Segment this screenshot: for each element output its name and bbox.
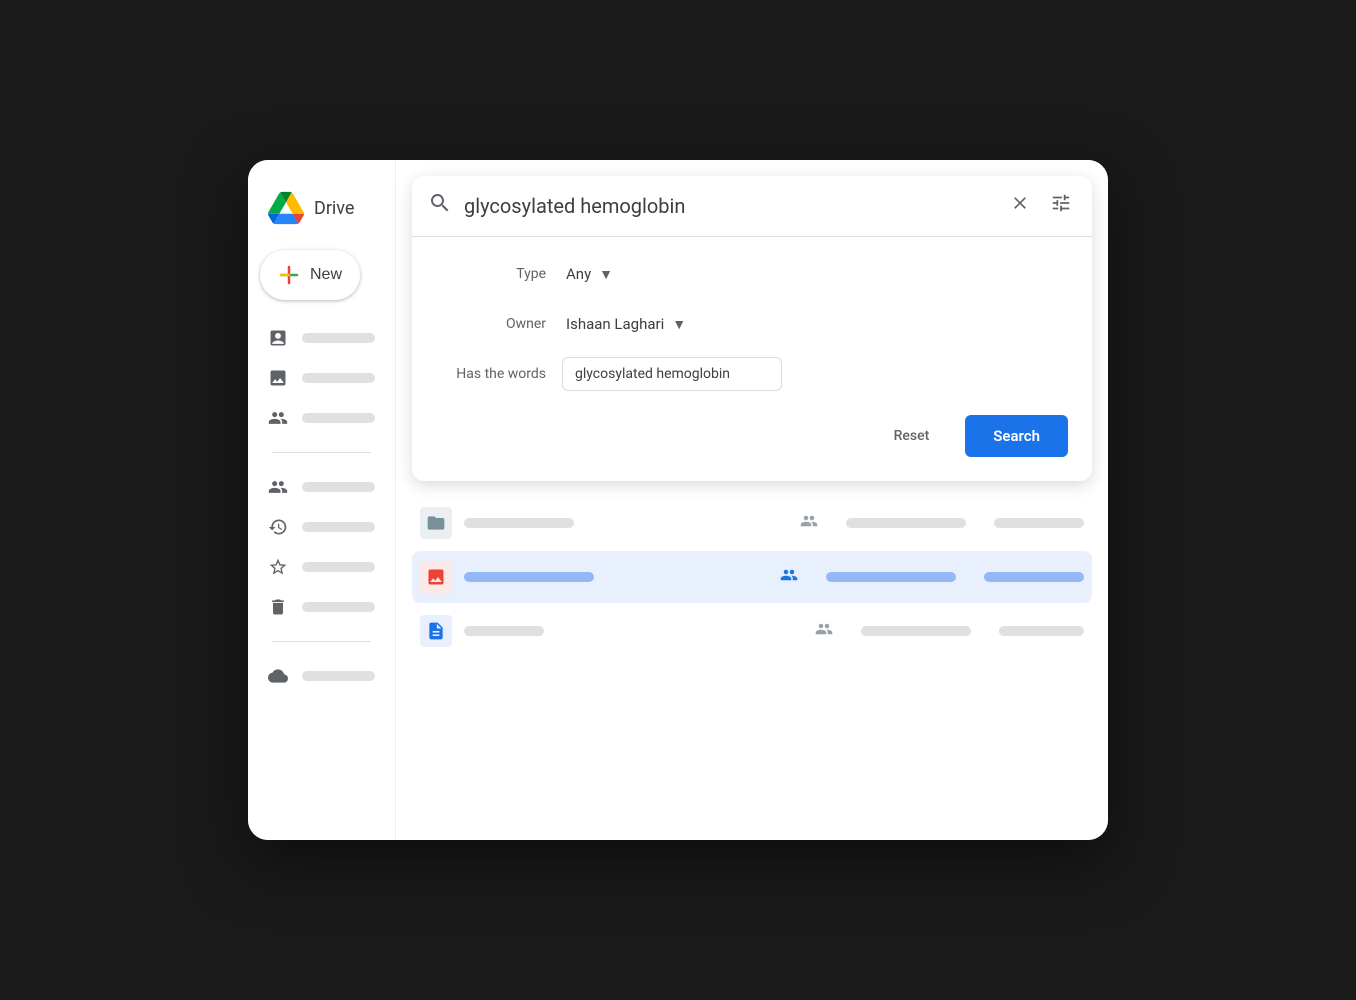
nav-label-bar	[302, 413, 375, 423]
sidebar: Drive New	[248, 160, 396, 840]
sidebar-logo: Drive	[248, 180, 395, 250]
reset-button[interactable]: Reset	[874, 418, 950, 454]
table-row[interactable]	[412, 551, 1092, 603]
main-content: Type Any ▼ Owner Ishaan Laghari ▼ Has th…	[396, 160, 1108, 840]
file-name	[464, 572, 594, 582]
filter-words-label: Has the words	[436, 366, 546, 382]
file-col-1	[846, 518, 966, 528]
file-col-2	[984, 572, 1084, 582]
nav-label-bar	[302, 602, 375, 612]
new-button-label: New	[310, 266, 342, 284]
table-row[interactable]	[412, 497, 1092, 549]
nav-label-bar	[302, 373, 375, 383]
recent-icon	[268, 517, 288, 537]
sidebar-logo-label: Drive	[314, 198, 354, 219]
nav-label-bar	[302, 482, 375, 492]
filter-actions: Reset Search	[436, 407, 1068, 461]
table-row[interactable]	[412, 605, 1092, 657]
starred-icon	[268, 557, 288, 577]
sidebar-item-my-drive[interactable]	[256, 320, 387, 356]
sidebar-item-shared[interactable]	[256, 400, 387, 436]
filter-type-label: Type	[436, 266, 546, 282]
search-button[interactable]: Search	[965, 415, 1068, 457]
file-col-1	[826, 572, 956, 582]
folder-icon	[420, 507, 452, 539]
file-col-1	[861, 626, 971, 636]
nav-label-bar	[302, 333, 375, 343]
sidebar-item-recent[interactable]	[256, 509, 387, 545]
sidebar-divider-2	[272, 641, 371, 642]
filter-owner-select[interactable]: Ishaan Laghari ▼	[562, 307, 690, 341]
drive-logo-icon	[268, 190, 304, 226]
photos-icon	[268, 368, 288, 388]
nav-label-bar	[302, 562, 375, 572]
file-col-2	[994, 518, 1084, 528]
share-people-icon	[800, 512, 818, 534]
sidebar-nav	[248, 320, 395, 694]
owner-dropdown-arrow: ▼	[672, 316, 686, 333]
filter-words-input[interactable]	[562, 357, 782, 391]
filter-form: Type Any ▼ Owner Ishaan Laghari ▼ Has th…	[412, 237, 1092, 481]
sidebar-item-storage[interactable]	[256, 658, 387, 694]
search-icon	[428, 191, 452, 221]
filter-owner-value: Ishaan Laghari	[566, 315, 664, 333]
plus-icon	[278, 264, 300, 286]
shared-icon	[268, 408, 288, 428]
search-input[interactable]	[464, 194, 994, 218]
search-filters-button[interactable]	[1046, 188, 1076, 224]
file-name	[464, 626, 544, 636]
filter-type-value: Any	[566, 265, 591, 283]
file-col-2	[999, 626, 1084, 636]
search-bar	[412, 176, 1092, 237]
doc-icon	[420, 615, 452, 647]
storage-icon	[268, 666, 288, 686]
filter-type-row: Type Any ▼	[436, 257, 1068, 291]
search-panel: Type Any ▼ Owner Ishaan Laghari ▼ Has th…	[412, 176, 1092, 481]
image-icon	[420, 561, 452, 593]
share-people-icon	[780, 566, 798, 588]
type-dropdown-arrow: ▼	[599, 266, 613, 283]
filter-owner-label: Owner	[436, 316, 546, 332]
sidebar-item-photos[interactable]	[256, 360, 387, 396]
sidebar-item-starred[interactable]	[256, 549, 387, 585]
filter-type-select[interactable]: Any ▼	[562, 257, 617, 291]
people-icon	[268, 477, 288, 497]
sidebar-divider	[272, 452, 371, 453]
share-people-icon	[815, 620, 833, 642]
nav-label-bar	[302, 671, 375, 681]
my-drive-icon	[268, 328, 288, 348]
sidebar-item-people[interactable]	[256, 469, 387, 505]
filter-owner-row: Owner Ishaan Laghari ▼	[436, 307, 1068, 341]
new-button[interactable]: New	[260, 250, 360, 300]
filter-words-row: Has the words	[436, 357, 1068, 391]
app-window: Drive New	[248, 160, 1108, 840]
trash-icon	[268, 597, 288, 617]
file-list	[396, 497, 1108, 840]
sidebar-item-trash[interactable]	[256, 589, 387, 625]
file-name	[464, 518, 574, 528]
search-clear-button[interactable]	[1006, 189, 1034, 223]
nav-label-bar	[302, 522, 375, 532]
